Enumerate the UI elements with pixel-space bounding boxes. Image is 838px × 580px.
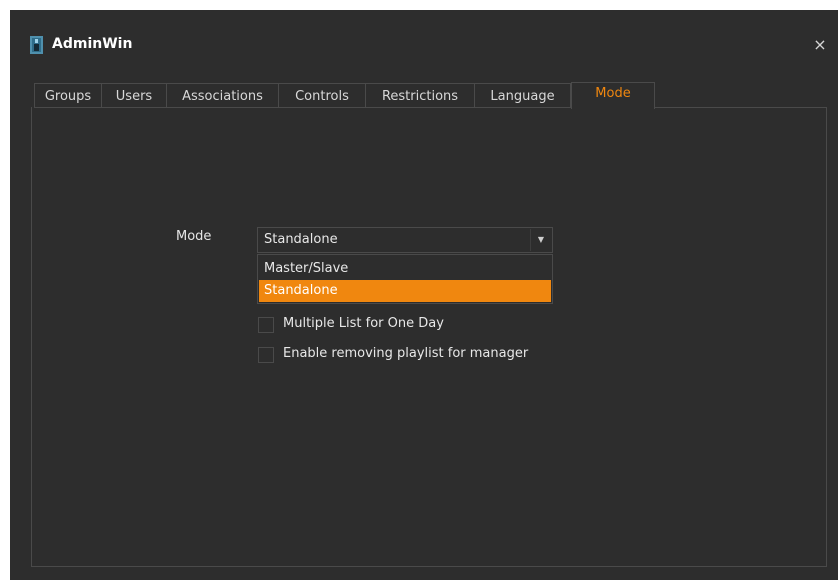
tab-associations[interactable]: Associations xyxy=(166,83,279,108)
mode-option-standalone[interactable]: Standalone xyxy=(259,280,551,302)
chevron-down-icon[interactable]: ▼ xyxy=(530,229,551,251)
window-title: AdminWin xyxy=(52,36,133,52)
tab-users[interactable]: Users xyxy=(101,83,167,108)
close-icon[interactable]: × xyxy=(812,36,828,54)
tab-strip: Groups Users Associations Controls Restr… xyxy=(34,82,826,109)
admin-window: AdminWin × Groups Users Associations Con… xyxy=(10,10,838,580)
mode-dropdown-list: Master/Slave Standalone xyxy=(257,254,553,304)
tab-language[interactable]: Language xyxy=(474,83,571,108)
mode-option-master-slave[interactable]: Master/Slave xyxy=(259,258,551,280)
tab-controls[interactable]: Controls xyxy=(278,83,366,108)
tab-groups[interactable]: Groups xyxy=(34,83,102,108)
multiple-list-checkbox[interactable] xyxy=(258,317,274,333)
tab-mode[interactable]: Mode xyxy=(571,82,655,109)
multiple-list-label: Multiple List for One Day xyxy=(283,316,444,331)
enable-removing-playlist-label: Enable removing playlist for manager xyxy=(283,346,529,361)
admin-app-icon xyxy=(30,36,43,54)
enable-removing-playlist-checkbox[interactable] xyxy=(258,347,274,363)
mode-content-panel xyxy=(31,107,827,567)
tab-restrictions[interactable]: Restrictions xyxy=(365,83,475,108)
mode-select-value: Standalone xyxy=(264,232,338,247)
title-bar: AdminWin × xyxy=(10,10,838,72)
mode-label: Mode xyxy=(176,229,212,244)
mode-select[interactable]: Standalone ▼ xyxy=(257,227,553,253)
